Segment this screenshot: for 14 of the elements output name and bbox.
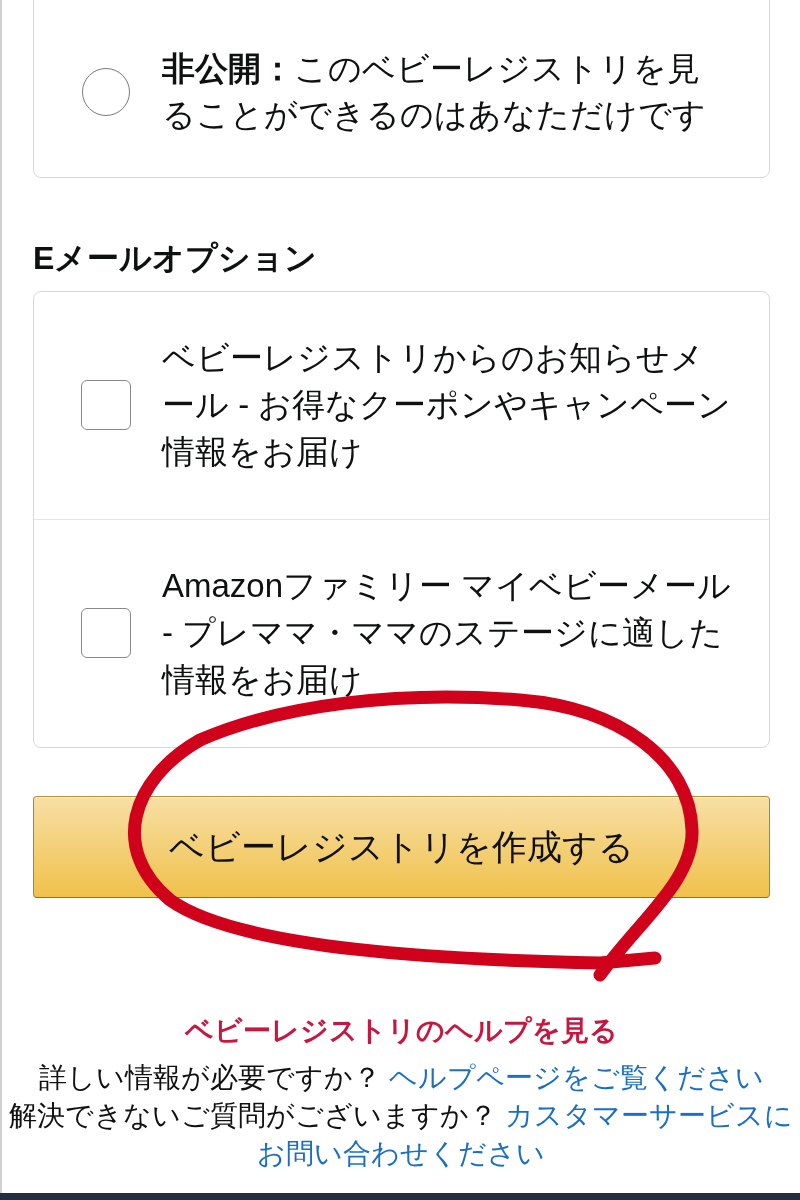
- option-label: ベビーレジストリからのお知らせメール - お得なクーポンやキャンペーン情報をお届け: [162, 338, 732, 472]
- checkbox[interactable]: [81, 379, 131, 430]
- help-link[interactable]: お問い合わせください: [257, 1135, 545, 1173]
- help-link[interactable]: ヘルプページをご覧ください: [388, 1059, 764, 1097]
- help-heading: ベビーレジストリのヘルプを見る: [185, 1014, 618, 1048]
- create-registry-button[interactable]: ベビーレジストリを作成する: [33, 796, 770, 898]
- help-link[interactable]: カスタマーサービスに: [505, 1097, 793, 1135]
- checkbox[interactable]: [81, 607, 131, 658]
- question-text: 解決できないご質問がございますか？: [9, 1099, 497, 1133]
- option-label: Amazonファミリー マイベビーメール - プレママ・ママのステージに適した情報をお届け: [162, 566, 732, 700]
- radio-button[interactable]: [82, 68, 130, 116]
- section-heading: Eメールオプション: [33, 239, 318, 278]
- question-text: 詳しい情報が必要ですか？: [38, 1061, 381, 1095]
- option-label: 非公開：このベビーレジストリを見ることができるのはあなただけです: [162, 49, 707, 135]
